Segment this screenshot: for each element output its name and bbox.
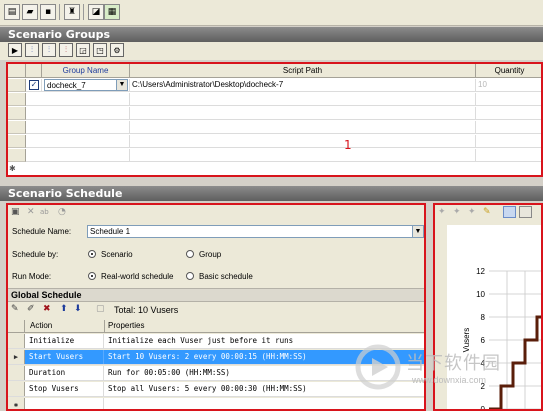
graph-tool-icon[interactable]: ✦ (453, 207, 461, 217)
scenario-groups-title: Scenario Groups (8, 28, 111, 41)
empty-row (8, 121, 541, 134)
vusers-icon[interactable]: ⫶ (25, 43, 39, 57)
y-tick-label: 8 (481, 313, 486, 322)
schedule-by-scenario-radio[interactable] (88, 250, 96, 258)
scenario-group-row[interactable]: ✓ docheck_7 ▼ C:\Users\Administrator\Des… (8, 79, 541, 92)
graph-view-icon[interactable] (503, 206, 516, 218)
remove-group-icon[interactable]: ⫶ (59, 43, 73, 57)
graph-tool-icon[interactable]: ✦ (438, 207, 446, 217)
schedule-icon[interactable]: ◪ (88, 4, 104, 20)
action-cell: Duration (26, 366, 104, 380)
schedule-by-group-radio[interactable] (186, 250, 194, 258)
action-cell: Start Vusers (26, 350, 104, 364)
scenario-schedule-header: Scenario Schedule (0, 186, 543, 201)
group-name-field[interactable]: docheck_7 ▼ (44, 79, 128, 91)
graph-tool-icon[interactable]: ✦ (468, 207, 476, 217)
total-vusers: Total: 10 Vusers (114, 305, 179, 315)
empty-row (8, 135, 541, 148)
grid-check-column (26, 64, 42, 78)
empty-row (8, 149, 541, 162)
toolbar-separator (83, 4, 84, 20)
rename-schedule-icon[interactable]: ab (40, 208, 49, 216)
current-row-icon[interactable]: ▶ (8, 350, 25, 364)
y-tick-label: 10 (476, 290, 485, 299)
arrow-up-icon[interactable]: ⬆ (60, 304, 68, 314)
run-mode-label: Run Mode: (12, 272, 52, 281)
real-world-schedule-label[interactable]: Real-world schedule (101, 272, 173, 281)
y-tick-label: 12 (476, 267, 485, 276)
copy-icon[interactable]: ▢ (96, 304, 105, 314)
details-icon[interactable]: ◲ (76, 43, 90, 57)
schedule-name-label: Schedule Name: (12, 227, 72, 236)
settings-icon[interactable]: ⚙ (110, 43, 124, 57)
save-schedule-icon[interactable]: ◔ (58, 207, 66, 217)
schedule-by-label: Schedule by: (12, 250, 59, 259)
legend-view-icon[interactable] (519, 206, 532, 218)
open-icon[interactable]: ▰ (22, 4, 38, 20)
real-world-schedule-radio[interactable] (88, 272, 96, 280)
empty-row (8, 93, 541, 106)
schedule-name-select[interactable]: Schedule 1 ▼ (87, 225, 424, 238)
scenario-schedule-title: Scenario Schedule (8, 187, 123, 200)
save-icon[interactable]: ▪ (40, 4, 56, 20)
global-schedule-header: Global Schedule (8, 288, 424, 302)
schedule-name-value: Schedule 1 (90, 227, 131, 236)
watermark-url: www.downxia.com (412, 375, 487, 385)
pencil-icon[interactable]: ✎ (483, 207, 491, 217)
quantity-value[interactable]: 10 (478, 79, 538, 91)
new-row-icon[interactable]: ✱ (8, 398, 25, 409)
script-path-value[interactable]: C:\Users\Administrator\Desktop\docheck-7 (132, 79, 472, 91)
scenario-groups-grid: Group Name Script Path Quantity ✓ dochec… (6, 62, 543, 177)
watermark: 当下软件园 www.downxia.com (350, 340, 543, 411)
new-schedule-icon[interactable]: ▣ (11, 207, 20, 217)
grid-corner (8, 64, 26, 78)
scenario-icon[interactable]: ♜ (64, 4, 80, 20)
row-selector[interactable] (8, 79, 26, 92)
run-icon[interactable]: ▶ (8, 43, 22, 57)
main-toolbar: ▤ ▰ ▪ ♜ ◪ ▦ (0, 0, 543, 26)
toolbar-separator (59, 4, 60, 20)
grid-header: Group Name Script Path Quantity (8, 64, 541, 78)
grid-icon[interactable]: ▦ (104, 4, 120, 20)
action-cell: Initialize (26, 334, 104, 348)
edit-action-icon[interactable]: ✎ (11, 304, 19, 314)
annotation-number: 1 (344, 138, 352, 152)
new-icon[interactable]: ▤ (4, 4, 20, 20)
column-action[interactable]: Action (30, 320, 52, 332)
scripts-icon[interactable]: ◳ (93, 43, 107, 57)
chevron-down-icon[interactable]: ▼ (116, 80, 127, 90)
watermark-text: 当下软件园 (406, 353, 501, 374)
scenario-groups-toolbar: ▶ ⫶ ⫶ ⫶ ◲ ◳ ⚙ (0, 42, 543, 60)
delete-action-icon[interactable]: ✖ (43, 304, 51, 314)
add-action-icon[interactable]: ✐ (27, 304, 35, 314)
actions-table-header: Action Properties (8, 320, 424, 333)
group-name-value: docheck_7 (47, 81, 86, 90)
action-cell: Stop Vusers (26, 382, 104, 396)
column-group-name[interactable]: Group Name (42, 64, 130, 78)
schedule-by-group-label[interactable]: Group (199, 250, 221, 259)
basic-schedule-label[interactable]: Basic schedule (199, 272, 253, 281)
column-quantity[interactable]: Quantity (476, 64, 541, 78)
schedule-by-scenario-label[interactable]: Scenario (101, 250, 133, 259)
chevron-down-icon[interactable]: ▼ (412, 226, 423, 237)
column-script-path[interactable]: Script Path (130, 64, 476, 78)
arrow-down-icon[interactable]: ⬇ (74, 304, 82, 314)
scenario-groups-header: Scenario Groups (0, 27, 543, 42)
add-group-icon[interactable]: ⫶ (42, 43, 56, 57)
delete-schedule-icon[interactable]: ✕ (27, 207, 35, 217)
new-row-icon[interactable]: ✱ (9, 164, 16, 173)
basic-schedule-radio[interactable] (186, 272, 194, 280)
column-properties[interactable]: Properties (108, 320, 144, 332)
empty-row (8, 107, 541, 120)
group-enabled-checkbox[interactable]: ✓ (29, 80, 39, 90)
